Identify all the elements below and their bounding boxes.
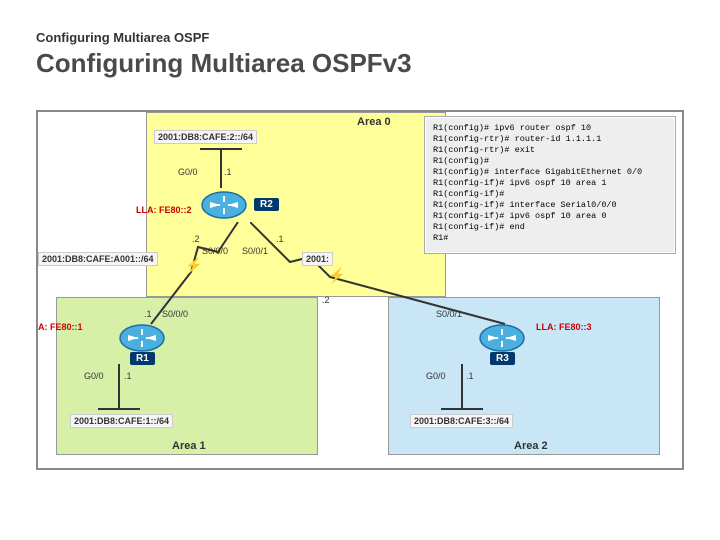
if-r3-s001-id: .2 — [322, 295, 330, 305]
page-subtitle: Configuring Multiarea OSPF — [36, 30, 209, 45]
ip-netA001: 2001:DB8:CAFE:A001::/64 — [38, 252, 158, 266]
if-r3-g00: G0/0 — [426, 371, 446, 381]
page-title: Configuring Multiarea OSPFv3 — [36, 48, 412, 79]
if-r1-s000: S0/0/0 — [162, 309, 188, 319]
area-1-label: Area 1 — [172, 440, 206, 452]
terminal-output: R1(config)# ipv6 router ospf 10 R1(confi… — [424, 116, 676, 254]
term-line: R1(config-if)# ipv6 ospf 10 area 1 — [433, 178, 667, 189]
lla-r3: LLA: FE80::3 — [536, 322, 592, 332]
diagram-panel: Area 0 Area 1 Area 2 ⚡ ⚡ R2 R1 R3 2001:D… — [36, 110, 684, 470]
if-r1-s000-id: .1 — [144, 309, 152, 319]
if-r2-g00-id: .1 — [224, 167, 232, 177]
router-r1-name: R1 — [130, 352, 155, 365]
term-line: R1(config)# interface GigabitEthernet 0/… — [433, 167, 667, 178]
ip-netA001-right: 2001: — [302, 252, 333, 266]
if-r2-s001: S0/0/1 — [242, 246, 268, 256]
if-r3-s001: S0/0/1 — [436, 309, 462, 319]
router-r3-icon — [478, 321, 526, 355]
if-r1-g00-id: .1 — [124, 371, 132, 381]
r3-lan-bar — [441, 408, 483, 410]
term-line: R1(config-if)# end — [433, 222, 667, 233]
term-line: R1(config-if)# ipv6 ospf 10 area 0 — [433, 211, 667, 222]
if-r2-s000: S0/0/0 — [202, 246, 228, 256]
r1-lan-bar — [98, 408, 140, 410]
lla-r2: LLA: FE80::2 — [136, 205, 192, 215]
lla-r1: A: FE80::1 — [38, 322, 83, 332]
if-r2-g00: G0/0 — [178, 167, 198, 177]
if-r2-s001-id: .1 — [276, 234, 284, 244]
term-line: R1(config-if)# — [433, 189, 667, 200]
router-r3-name: R3 — [490, 352, 515, 365]
r1-lan-line — [118, 364, 120, 408]
r2-to-net0-line — [220, 148, 222, 188]
term-line: R1(config)# ipv6 router ospf 10 — [433, 123, 667, 134]
term-line: R1(config-if)# interface Serial0/0/0 — [433, 200, 667, 211]
area-2-label: Area 2 — [514, 440, 548, 452]
ip-net0: 2001:DB8:CAFE:2::/64 — [154, 130, 257, 144]
ip-net1: 2001:DB8:CAFE:1::/64 — [70, 414, 173, 428]
if-r2-s000-id: .2 — [192, 234, 200, 244]
router-r2-name: R2 — [254, 198, 279, 211]
router-r1-icon — [118, 321, 166, 355]
term-line: R1(config)# — [433, 156, 667, 167]
if-r1-g00: G0/0 — [84, 371, 104, 381]
serial-icon-right: ⚡ — [328, 267, 345, 284]
serial-icon-left: ⚡ — [185, 257, 202, 274]
r2-lan-bar — [200, 148, 242, 150]
term-line: R1(config-rtr)# exit — [433, 145, 667, 156]
term-line: R1(config-rtr)# router-id 1.1.1.1 — [433, 134, 667, 145]
r3-lan-line — [461, 364, 463, 408]
if-r3-g00-id: .1 — [466, 371, 474, 381]
area-0-label: Area 0 — [357, 116, 391, 128]
ip-net3: 2001:DB8:CAFE:3::/64 — [410, 414, 513, 428]
router-r2-icon — [200, 188, 248, 222]
r2-r1-serial-link — [133, 222, 243, 337]
term-line: R1# — [433, 233, 667, 244]
